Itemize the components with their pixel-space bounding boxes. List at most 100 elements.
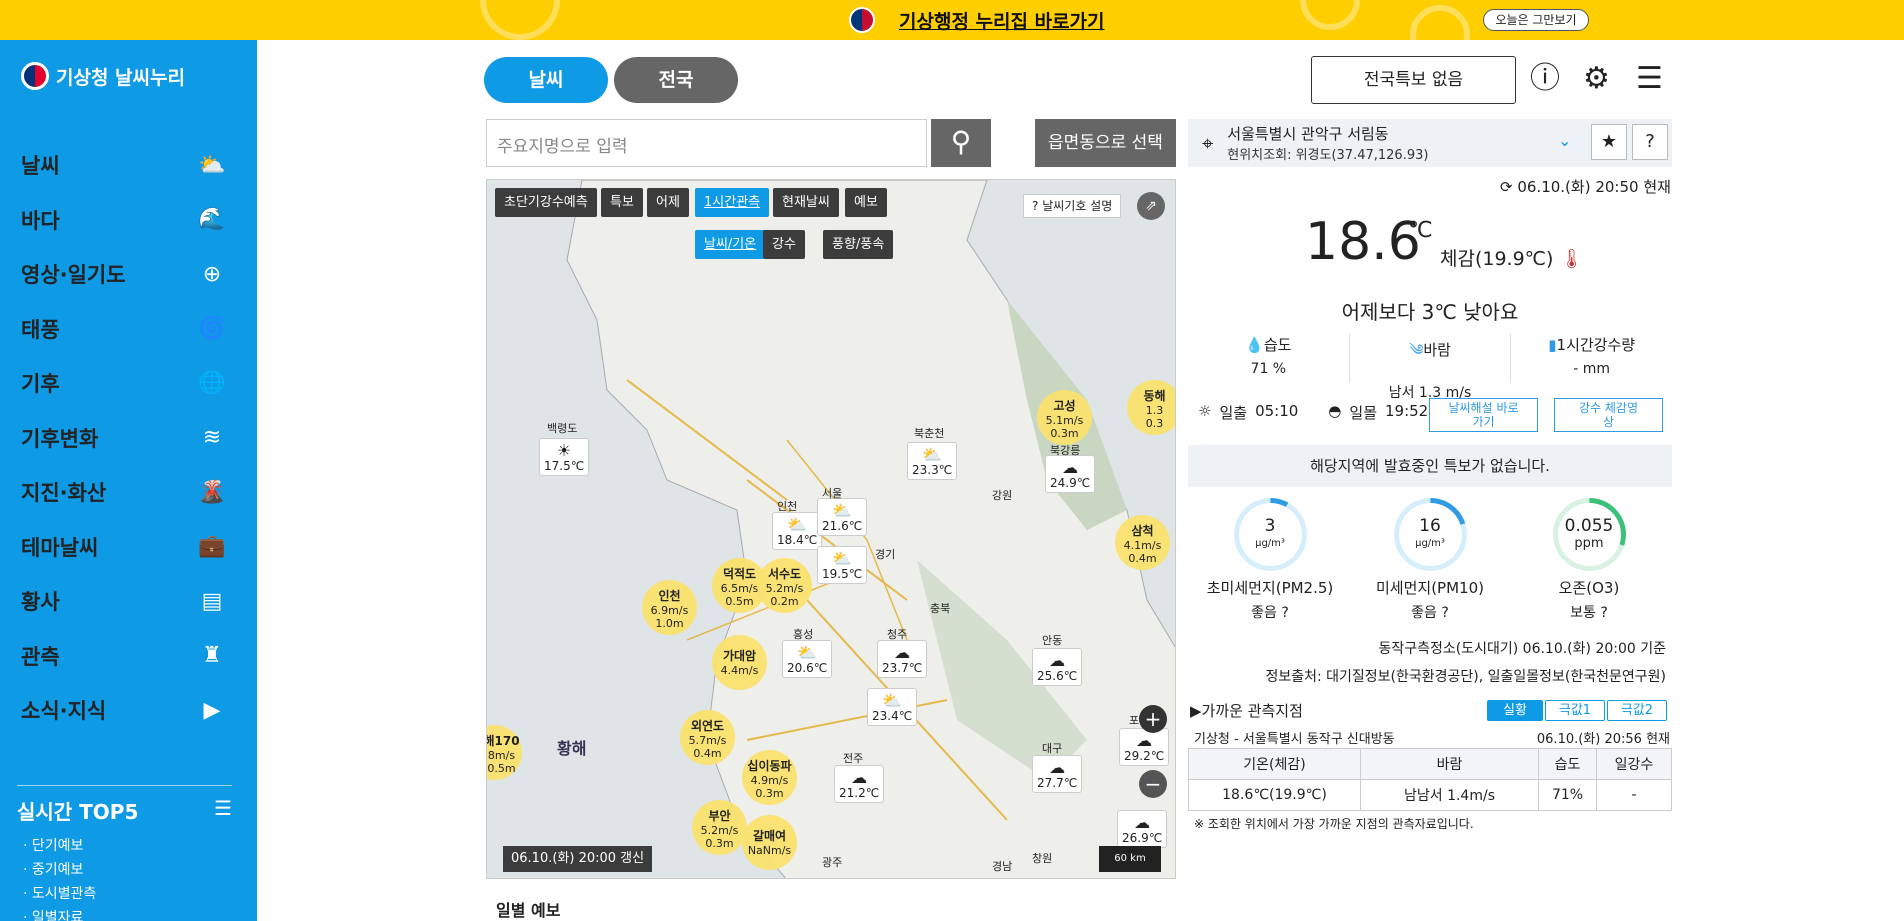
sidebar-item-imagery[interactable]: 영상·일기도 ⊕ — [0, 247, 257, 302]
menu-icon[interactable]: ☰ — [1636, 62, 1663, 96]
map-marker[interactable]: ☁ 24.9℃ — [1045, 455, 1096, 493]
wind-icon: ༄ — [1409, 341, 1424, 359]
map-chip-warning[interactable]: 특보 — [601, 188, 643, 217]
top5-item[interactable]: · 일별자료 — [17, 907, 232, 921]
tab-nationwide[interactable]: 전국 — [614, 57, 738, 103]
map-chip-yesterday[interactable]: 어제 — [647, 188, 689, 217]
sidebar-item-climate[interactable]: 기후 🌐 — [0, 356, 257, 411]
wind-marker[interactable]: 외연도 5.7m/s 0.4m — [680, 710, 735, 765]
map-chip-weather-temp[interactable]: 날씨/기온 — [695, 230, 766, 259]
search-icon: ⚲ — [950, 125, 972, 158]
rain-gauge-icon: ▮ — [1548, 336, 1557, 354]
partly-cloudy-icon: ⛅ — [832, 501, 853, 520]
site-logo-text: 기상청 날씨누리 — [56, 66, 185, 89]
partly-cloudy-icon: ⛅ — [797, 643, 818, 662]
emd-select-button[interactable]: 읍면동으로 선택 — [1035, 119, 1176, 167]
pm25-ring: 3 μg/m³ — [1233, 498, 1307, 571]
favorite-star-icon[interactable]: ★ — [1591, 124, 1627, 160]
ozone-widget[interactable]: 0.055 ppm 오존(O3) 보통 ? — [1519, 498, 1659, 622]
locate-icon[interactable]: ⌖ — [1202, 131, 1213, 155]
zoom-out-button[interactable]: − — [1139, 770, 1167, 798]
weather-commentary-button[interactable]: 날씨해설 바로가기 — [1429, 398, 1538, 432]
top5-item[interactable]: · 중기예보 — [17, 859, 232, 883]
map-marker[interactable]: ☁ 29.2℃ — [1119, 728, 1170, 766]
map-marker[interactable]: ⛅ 23.3℃ — [907, 442, 958, 480]
banner-close-button[interactable]: 오늘은 그만보기 — [1483, 9, 1589, 31]
rain-video-button[interactable]: 강수 체감영상 — [1554, 398, 1663, 432]
location-name: 서울특별시 관악구 서림동 — [1227, 125, 1389, 143]
search-input[interactable]: 주요지명으로 입력 — [486, 119, 927, 167]
wind-marker[interactable]: 십이동파 4.9m/s 0.3m — [742, 750, 797, 805]
map-chip-nowcast[interactable]: 초단기강수예측 — [495, 188, 597, 217]
cloudy-icon: ☁ — [1049, 651, 1066, 670]
tab-extreme2[interactable]: 극값2 — [1607, 700, 1667, 721]
sidebar-item-weather[interactable]: 날씨 ⛅ — [0, 138, 257, 193]
list-icon[interactable]: ☰ — [214, 796, 232, 825]
wind-marker[interactable]: 동해 1.3 0.3 — [1127, 380, 1175, 435]
map-marker[interactable]: ☁ 26.9℃ — [1117, 810, 1168, 848]
map-marker[interactable]: ⛅ 19.5℃ — [817, 546, 868, 584]
map-marker[interactable]: ☁ 25.6℃ — [1032, 648, 1083, 686]
tab-live[interactable]: 실황 — [1487, 700, 1543, 721]
top5-item[interactable]: · 단기예보 — [17, 835, 232, 859]
map-marker[interactable]: ☀ 17.5℃ — [539, 438, 590, 476]
map-marker[interactable]: ☁ 23.7℃ — [877, 640, 928, 678]
map-chip-hourly[interactable]: 1시간관측 — [695, 188, 770, 217]
tab-weather[interactable]: 날씨 — [484, 57, 608, 103]
map-marker[interactable]: ☁ 27.7℃ — [1032, 755, 1083, 793]
wind-marker[interactable]: 부안 5.2m/s 0.3m — [692, 800, 747, 855]
map-marker[interactable]: ⛅ 23.4℃ — [867, 688, 918, 726]
wind-marker[interactable]: 고성 5.1m/s 0.3m — [1037, 390, 1092, 445]
chevron-down-icon[interactable]: ⌄ — [1558, 131, 1571, 150]
search-button[interactable]: ⚲ — [931, 119, 991, 167]
map-marker[interactable]: ⛅ 20.6℃ — [782, 640, 833, 678]
external-link-icon[interactable]: ⇗ — [1137, 192, 1165, 220]
top5-item[interactable]: · 도시별관측 — [17, 883, 232, 907]
place-label: 대구 — [1042, 742, 1063, 755]
site-logo[interactable]: 기상청 날씨누리 — [21, 62, 185, 90]
place-label: 전주 — [843, 752, 864, 765]
help-button[interactable]: ? — [1632, 124, 1668, 160]
map-chip-forecast[interactable]: 예보 — [845, 188, 887, 217]
sidebar-item-yellow-dust[interactable]: 황사 ▤ — [0, 574, 257, 629]
banner-link[interactable]: 기상행정 누리집 바로가기 — [899, 7, 1105, 34]
station-name: 기상청 - 서울특별시 동작구 신대방동 — [1194, 732, 1395, 747]
map-marker[interactable]: ☁ 21.2℃ — [834, 765, 885, 803]
sidebar-item-typhoon[interactable]: 태풍 🌀 — [0, 302, 257, 357]
sea-label: 황해 — [557, 739, 587, 758]
alert-notice: 해당지역에 발효중인 특보가 없습니다. — [1188, 445, 1672, 487]
weather-map[interactable]: 초단기강수예측 특보 어제 1시간관측 현재날씨 예보 날씨/기온 강수 풍향/… — [486, 179, 1176, 879]
gear-icon[interactable]: ⚙ — [1583, 62, 1610, 96]
wind-marker[interactable]: 인천 6.9m/s 1.0m — [642, 580, 697, 635]
place-label: 창원 — [1032, 852, 1053, 865]
info-icon[interactable]: ⓘ — [1530, 62, 1560, 96]
pm10-widget[interactable]: 16 μg/m³ 미세먼지(PM10) 좋음 ? — [1360, 498, 1500, 622]
sunset-icon: ◓ — [1328, 402, 1342, 420]
sunny-icon: ☀ — [556, 441, 572, 460]
wind-marker[interactable]: 서수도 5.2m/s 0.2m — [757, 558, 812, 613]
rain-stat: ▮1시간강수량 - mm — [1548, 336, 1636, 377]
top5-title: 실시간 TOP5 — [17, 800, 139, 824]
map-marker[interactable]: ⛅ 18.4℃ — [772, 512, 823, 550]
map-chip-current[interactable]: 현재날씨 — [773, 188, 839, 217]
map-chip-wind[interactable]: 풍향/풍속 — [823, 230, 894, 259]
wind-marker[interactable]: 가대암 4.4m/s — [712, 635, 767, 690]
map-chip-rain[interactable]: 강수 — [763, 230, 805, 259]
sidebar-item-news[interactable]: 소식·지식 ▶ — [0, 683, 257, 738]
play-icon: ▶ — [203, 697, 221, 723]
weather-symbol-help[interactable]: ? 날씨기호 설명 — [1023, 194, 1122, 218]
nationwide-alert-button[interactable]: 전국특보 없음 — [1311, 56, 1516, 104]
wind-marker[interactable]: 갈매여 NaNm/s — [742, 815, 797, 870]
station-time: 06.10.(화) 20:56 현재 — [1536, 732, 1670, 747]
map-marker[interactable]: ⛅ 21.6℃ — [817, 498, 868, 536]
sidebar-item-theme[interactable]: 테마날씨 💼 — [0, 520, 257, 575]
sidebar-item-earthquake[interactable]: 지진·화산 🌋 — [0, 465, 257, 520]
sidebar-item-observation[interactable]: 관측 ♜ — [0, 629, 257, 684]
realtime-top5: 실시간 TOP5☰ · 단기예보 · 중기예보 · 도시별관측 · 일별자료 ·… — [17, 785, 232, 921]
sidebar-item-sea[interactable]: 바다 🌊 — [0, 193, 257, 248]
sidebar-item-climate-change[interactable]: 기후변화 ≋ — [0, 411, 257, 466]
tab-extreme1[interactable]: 극값1 — [1545, 700, 1605, 721]
wind-marker[interactable]: 삼척 4.1m/s 0.4m — [1115, 515, 1170, 570]
zoom-in-button[interactable]: + — [1139, 705, 1167, 733]
pm25-widget[interactable]: 3 μg/m³ 초미세먼지(PM2.5) 좋음 ? — [1200, 498, 1340, 622]
